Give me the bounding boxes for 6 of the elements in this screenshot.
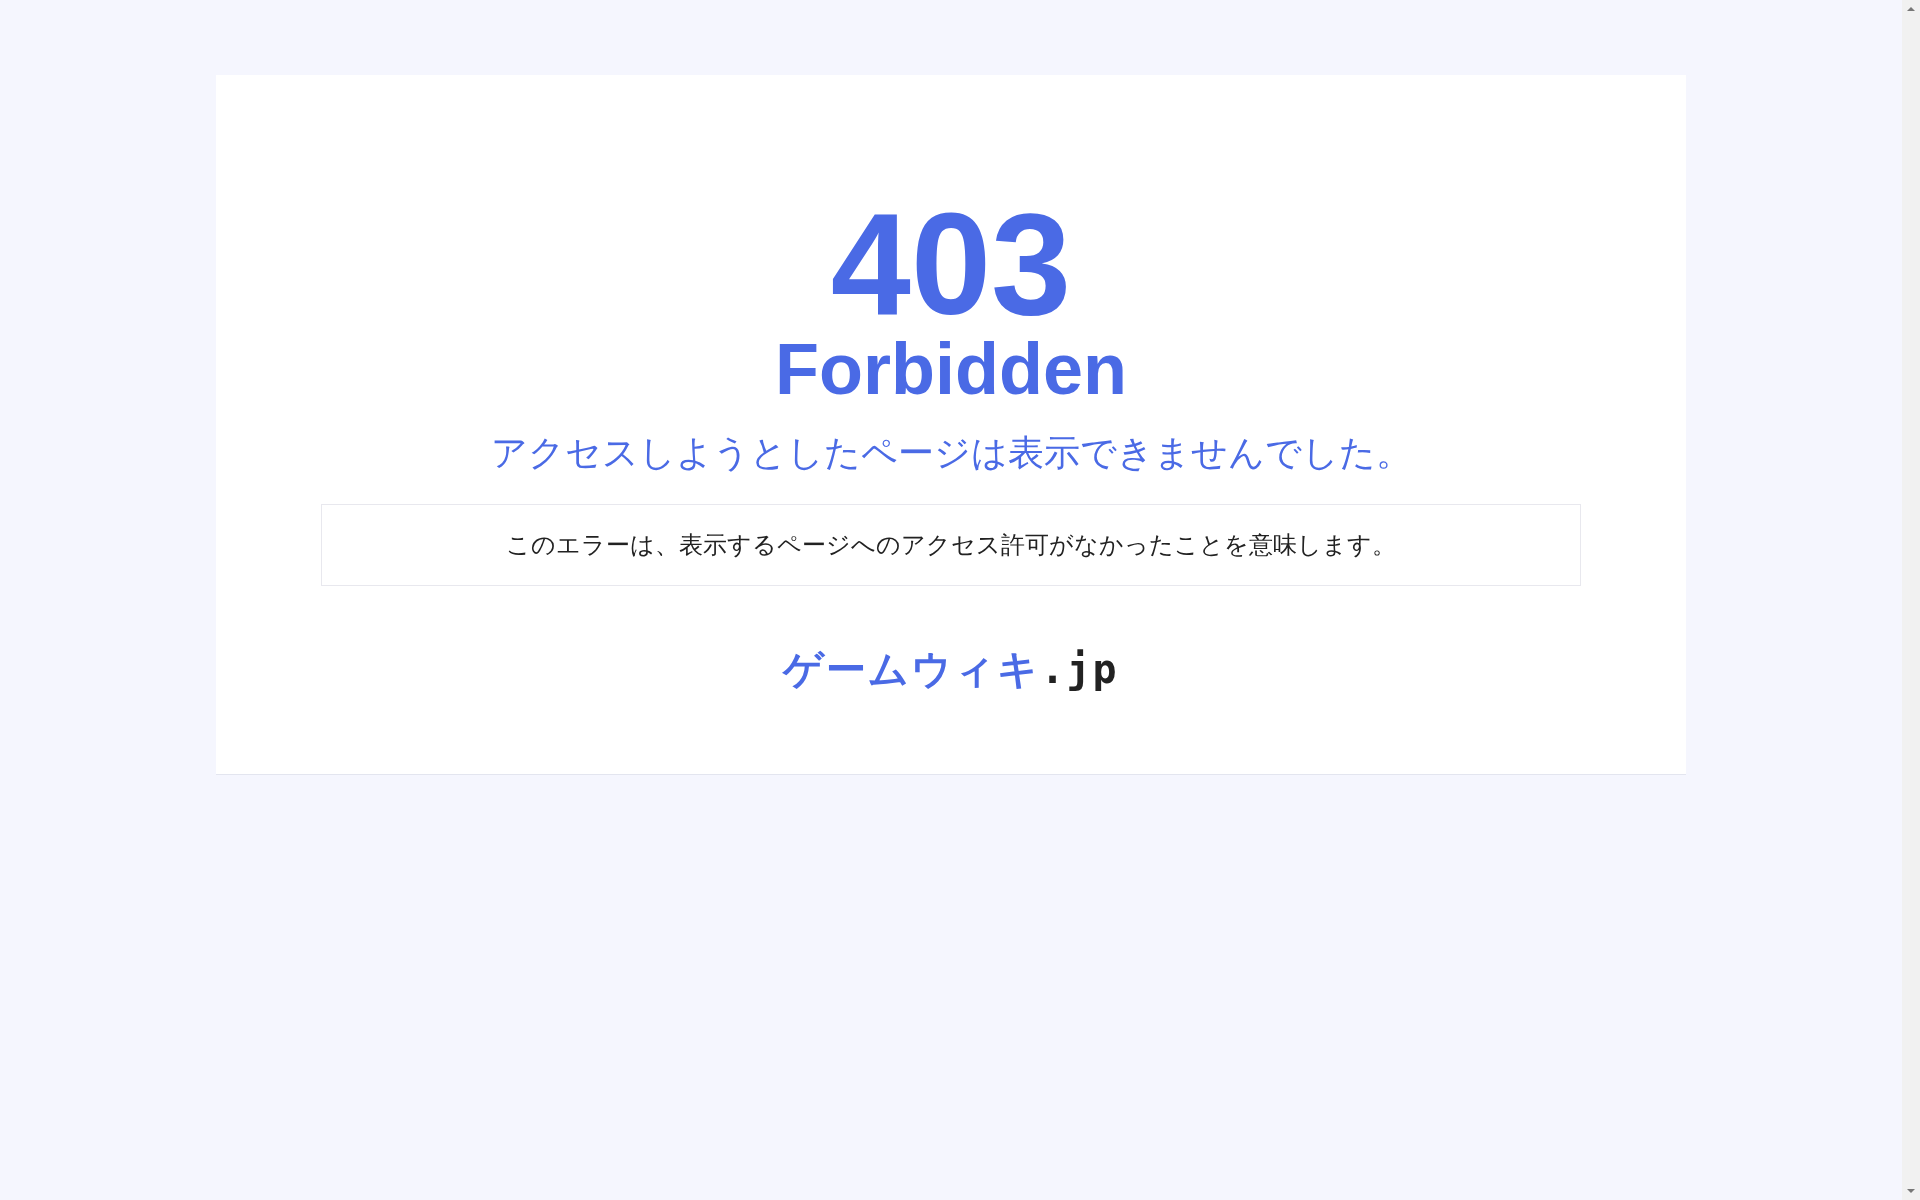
site-logo[interactable]: ゲームウィキ.jp [783, 642, 1119, 698]
scroll-down-icon[interactable] [1906, 1186, 1916, 1196]
error-detail: このエラーは、表示するページへのアクセス許可がなかったことを意味します。 [321, 504, 1581, 587]
error-message: アクセスしようとしたページは表示できませんでした。 [490, 431, 1412, 475]
scroll-up-icon[interactable] [1906, 4, 1916, 14]
scrollbar[interactable] [1902, 0, 1920, 1200]
